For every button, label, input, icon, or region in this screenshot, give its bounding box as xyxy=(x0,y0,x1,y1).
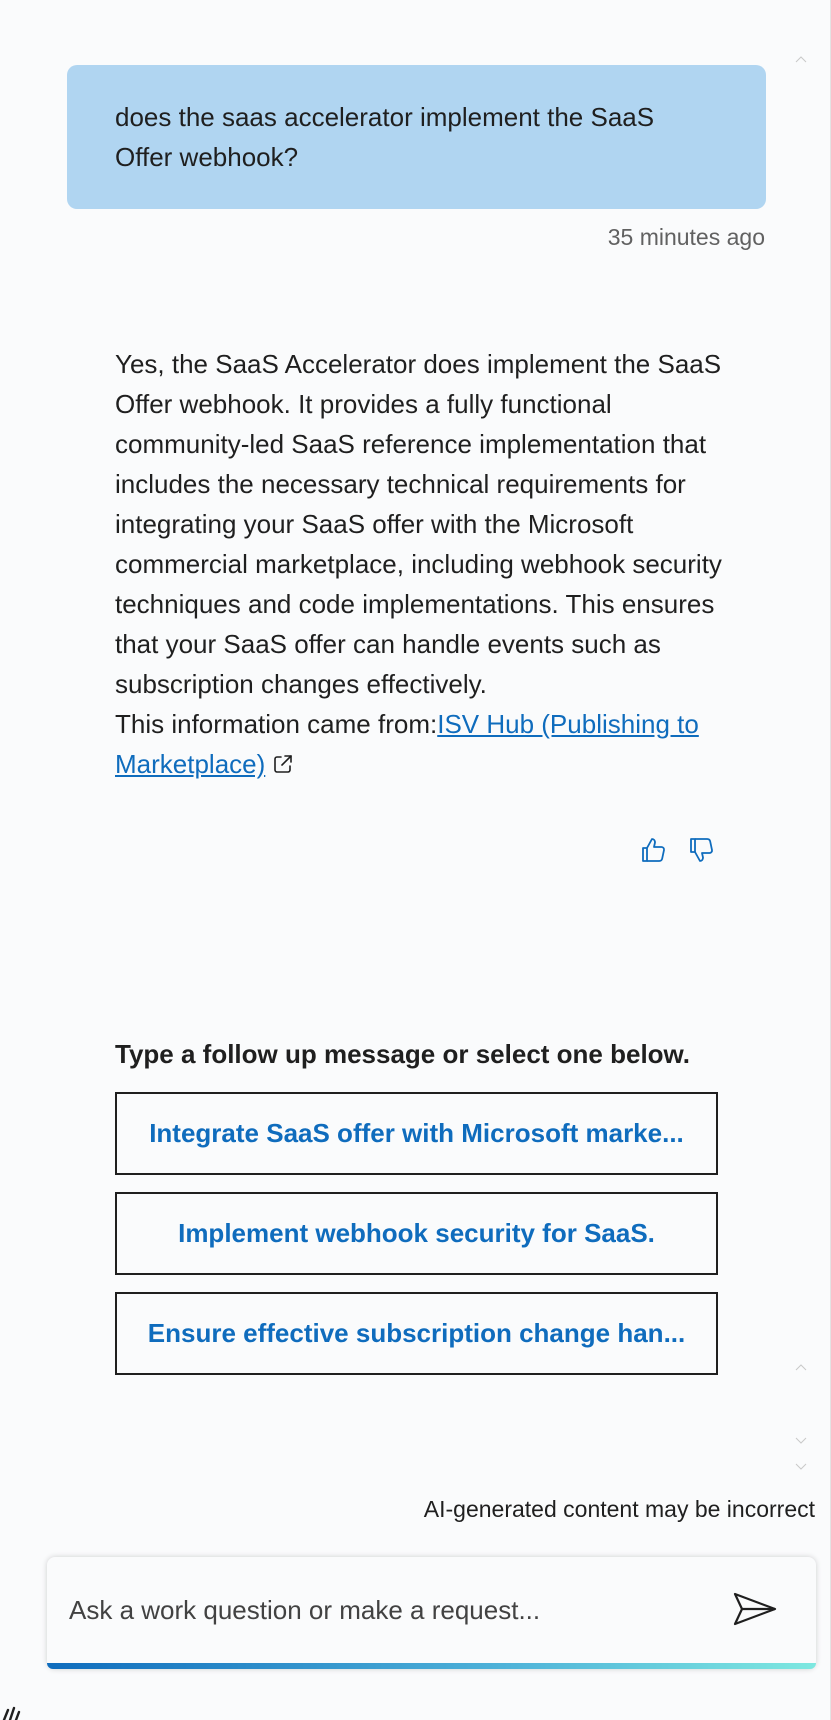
thumbs-down-icon[interactable] xyxy=(686,834,718,866)
scroll-down-icon[interactable] xyxy=(793,1432,809,1448)
composer-accent-bar xyxy=(47,1663,816,1669)
ai-disclaimer: AI-generated content may be incorrect xyxy=(423,1496,815,1522)
user-message-text: does the saas accelerator implement the … xyxy=(115,102,655,172)
source-prefix: This information came from: xyxy=(115,709,438,739)
suggestion-button[interactable]: Integrate SaaS offer with Microsoft mark… xyxy=(115,1092,718,1175)
message-input[interactable] xyxy=(67,1589,721,1631)
external-link-icon xyxy=(271,747,295,773)
send-icon[interactable] xyxy=(732,1591,778,1627)
assistant-answer: Yes, the SaaS Accelerator does implement… xyxy=(115,344,725,784)
message-composer xyxy=(47,1557,816,1669)
scroll-up-icon[interactable] xyxy=(793,1360,809,1376)
message-timestamp: 35 minutes ago xyxy=(607,224,765,250)
followup-heading: Type a follow up message or select one b… xyxy=(115,1039,691,1069)
suggestion-button[interactable]: Implement webhook security for SaaS. xyxy=(115,1192,718,1275)
user-message-bubble: does the saas accelerator implement the … xyxy=(67,65,766,209)
answer-text: Yes, the SaaS Accelerator does implement… xyxy=(115,349,722,699)
feedback-buttons xyxy=(638,834,718,866)
answer-source: This information came from:ISV Hub (Publ… xyxy=(115,704,725,784)
suggestion-button[interactable]: Ensure effective subscription change han… xyxy=(115,1292,718,1375)
app-logo-icon xyxy=(0,1694,40,1720)
chat-pane: does the saas accelerator implement the … xyxy=(0,0,831,1720)
scroll-down-icon[interactable] xyxy=(793,1458,809,1474)
thumbs-up-icon[interactable] xyxy=(638,834,670,866)
scroll-up-icon[interactable] xyxy=(793,52,809,68)
